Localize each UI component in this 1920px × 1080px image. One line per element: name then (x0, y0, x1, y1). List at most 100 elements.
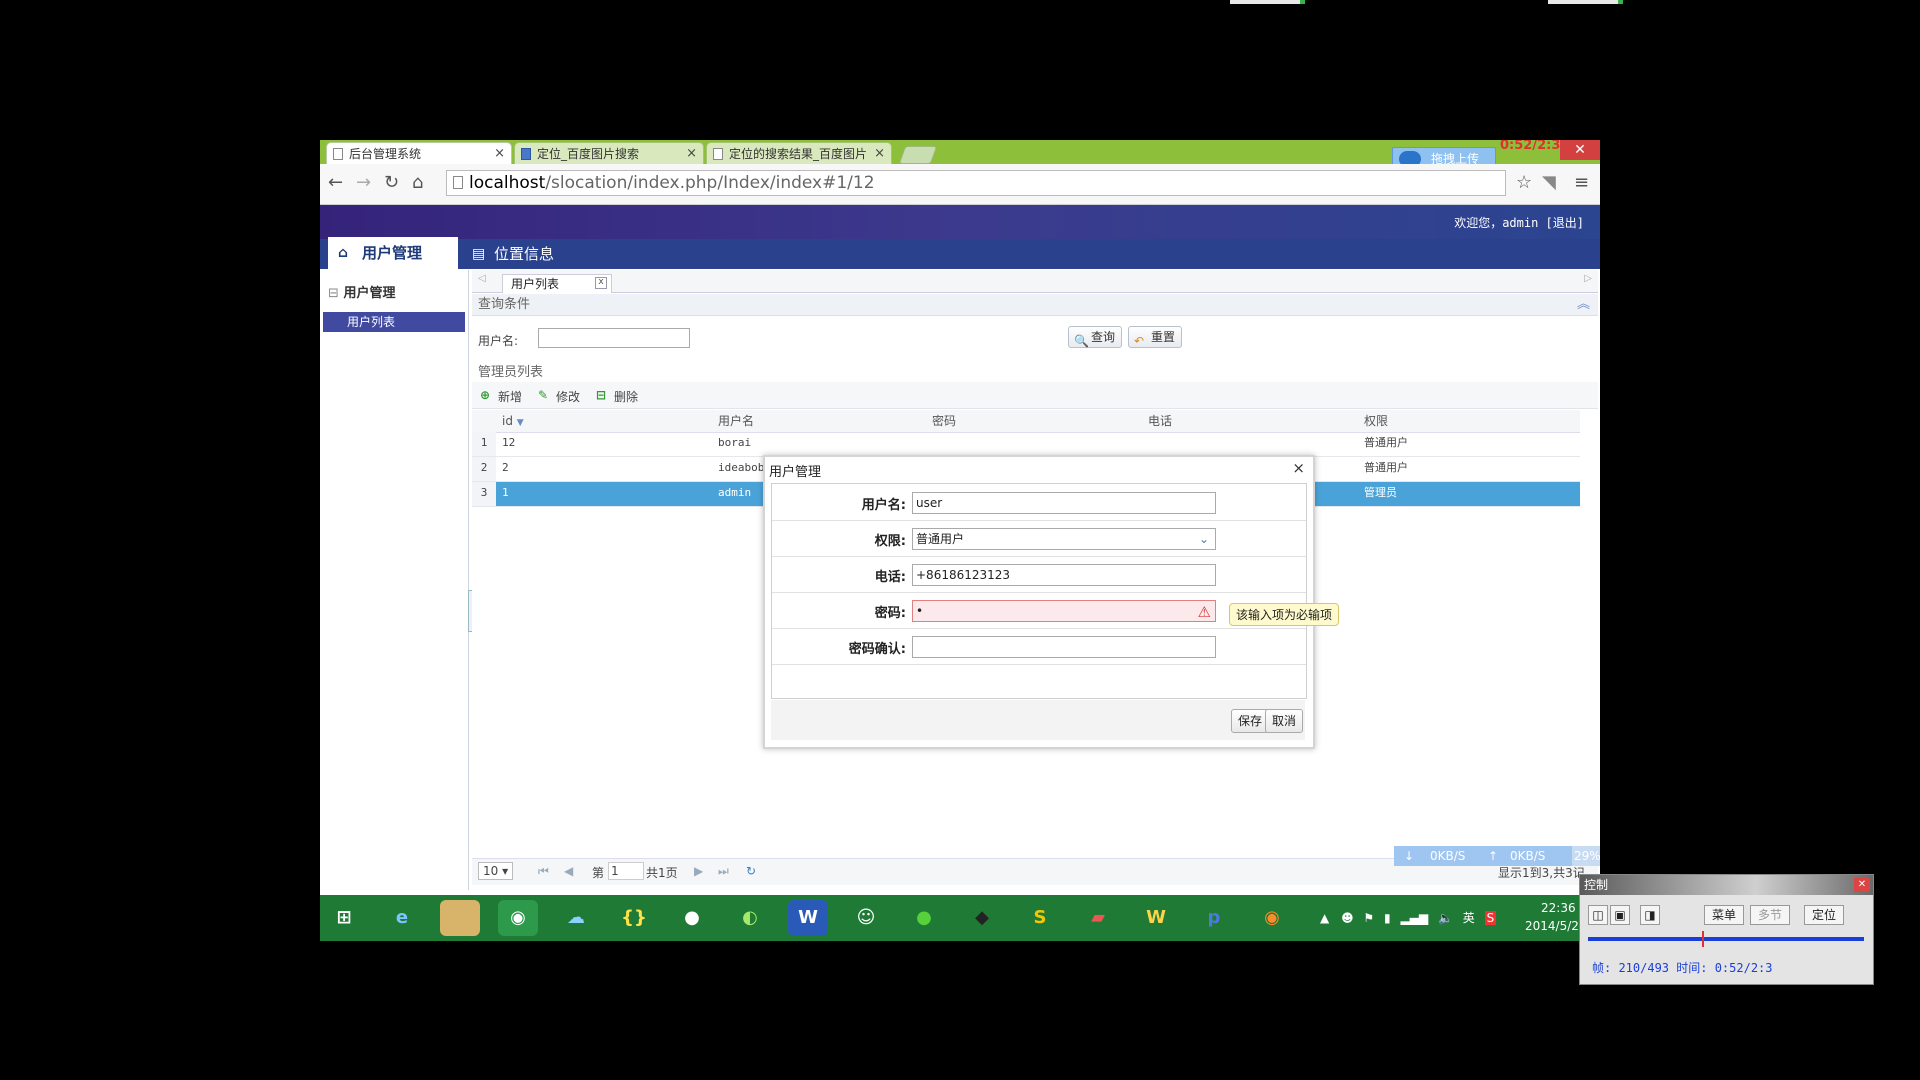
password-field[interactable]: • ⚠ (912, 600, 1216, 622)
page-number-input[interactable]: 1 (608, 862, 644, 880)
extension-icon[interactable]: ◥ (1542, 172, 1556, 193)
windows-start-icon[interactable]: ⊞ (324, 900, 364, 936)
signal-icon[interactable]: ▂▄▆ (1400, 911, 1428, 925)
close-icon[interactable]: × (1292, 459, 1305, 477)
window-close-button[interactable]: ✕ (1560, 140, 1600, 160)
menu-icon[interactable]: ≡ (1574, 172, 1589, 193)
ime-indicator[interactable]: 英 (1463, 911, 1475, 925)
baidu-cloud-icon[interactable]: ☁ (556, 900, 596, 936)
timer-overlay: 0:52/2:3 (1500, 140, 1561, 153)
chrome-icon[interactable]: ◉ (498, 900, 538, 936)
new-tab-button[interactable] (898, 146, 938, 164)
frame-stop-icon[interactable]: ▣ (1610, 905, 1630, 925)
column-header-username[interactable]: 用户名 (718, 410, 754, 432)
refresh-icon[interactable]: ↻ (746, 864, 756, 878)
edit-button-label: 修改 (556, 390, 581, 404)
phone-field[interactable]: +86186123123 (912, 564, 1216, 586)
search-username-input[interactable] (538, 328, 690, 348)
clock[interactable]: 22:36 2014/5/2 (1525, 899, 1579, 935)
close-icon[interactable]: × (686, 143, 697, 164)
close-icon[interactable]: × (494, 143, 505, 164)
tab-scroll-right-icon[interactable]: ▷ (1584, 273, 1592, 284)
frame-prev-icon[interactable]: ◫ (1588, 905, 1608, 925)
table-row[interactable]: 1 12 borai 普通用户 (472, 432, 1580, 457)
add-button[interactable]: ⊕ 新增 (480, 388, 522, 405)
frame-next-icon[interactable]: ◨ (1640, 905, 1660, 925)
tab-user-list[interactable]: 用户列表 x (502, 274, 612, 293)
multi-section-button[interactable]: 多节 (1750, 905, 1790, 925)
locate-button[interactable]: 定位 (1804, 905, 1844, 925)
sogou-icon[interactable]: S (1020, 900, 1060, 936)
tab-label: 用户列表 (511, 277, 560, 291)
tray-expand-icon[interactable]: ▲ (1320, 911, 1329, 925)
save-button[interactable]: 保存 (1231, 709, 1270, 733)
webstorm-icon[interactable]: W (1136, 900, 1176, 936)
cube-app-icon[interactable]: ◆ (962, 900, 1002, 936)
browser-tab-search-result[interactable]: 定位的搜索结果_百度图片 × (706, 142, 892, 164)
password-confirm-label: 密码确认: (848, 642, 906, 657)
sogou-tray-icon[interactable]: S (1484, 911, 1497, 925)
home-icon[interactable]: ⌂ (412, 172, 423, 193)
reset-button[interactable]: ↶ 重置 (1128, 326, 1182, 348)
search-button[interactable]: 🔍 查询 (1068, 326, 1122, 348)
flag-icon[interactable]: ⚑ (1363, 911, 1374, 925)
prev-page-icon[interactable]: ◀ (564, 864, 573, 878)
next-page-icon[interactable]: ▶ (694, 864, 703, 878)
url-host: localhost (469, 173, 546, 193)
role-select[interactable]: 普通用户 ⌄ (912, 528, 1216, 550)
tab-scroll-left-icon[interactable]: ◁ (478, 273, 486, 284)
star-icon[interactable]: ☆ (1516, 172, 1532, 193)
reload-icon[interactable]: ↻ (384, 172, 399, 193)
url-input[interactable]: localhost/slocation/index.php/Index/inde… (446, 170, 1506, 196)
file-explorer-icon[interactable] (440, 900, 480, 936)
nav-tab-location-info[interactable]: ▤ 位置信息 (470, 239, 554, 269)
network-icon[interactable]: ▮ (1384, 911, 1391, 925)
last-page-icon[interactable]: ⏭ (718, 864, 729, 879)
column-header-role[interactable]: 权限 (1364, 410, 1388, 432)
sidebar-group-user-management[interactable]: ⊟ 用户管理 (328, 282, 395, 301)
brackets-icon[interactable]: {} (614, 900, 654, 936)
green-app-icon[interactable]: ◐ (730, 900, 770, 936)
qq-game-icon[interactable]: ● (904, 900, 944, 936)
form-row-username: 用户名: user (772, 484, 1306, 521)
cancel-button[interactable]: 取消 (1265, 709, 1304, 733)
edit-button[interactable]: ✎ 修改 (538, 388, 580, 405)
collapse-up-icon[interactable]: ︽ (1577, 294, 1590, 316)
nav-tab-user-management[interactable]: ⌂ 用户管理 (328, 237, 458, 269)
url-path: /slocation/index.php/Index/index#1/12 (545, 173, 875, 193)
eraser-app-icon[interactable]: ▰ (1078, 900, 1118, 936)
close-icon[interactable]: ✕ (1854, 878, 1870, 892)
close-icon[interactable]: x (595, 277, 607, 289)
system-tray: ▲ ☻ ⚑ ▮ ▂▄▆ 🔈 英 S (1320, 909, 1497, 926)
browser-tab-admin[interactable]: 后台管理系统 × (326, 142, 512, 164)
password-confirm-field[interactable] (912, 636, 1216, 658)
aid-app-icon[interactable]: ● (672, 900, 712, 936)
column-header-phone[interactable]: 电话 (1148, 410, 1172, 432)
page-prefix: 第 (592, 866, 605, 880)
column-header-password[interactable]: 密码 (932, 410, 956, 432)
progress-track[interactable] (1588, 937, 1864, 941)
welcome-text[interactable]: 欢迎您，admin [退出] (1454, 214, 1584, 231)
cell-username: admin (718, 486, 752, 499)
close-icon[interactable]: × (874, 143, 885, 164)
menu-button[interactable]: 菜单 (1704, 905, 1744, 925)
progress-handle[interactable] (1702, 931, 1704, 947)
username-field[interactable]: user (912, 492, 1216, 514)
word-icon[interactable]: W (788, 900, 828, 936)
column-header-id[interactable]: id ▼ (502, 410, 524, 432)
page-icon (713, 148, 723, 160)
first-page-icon[interactable]: ⏮ (538, 864, 549, 879)
qq-icon[interactable]: ☻ (1341, 911, 1354, 925)
sidebar-item-user-list[interactable]: 用户列表 (323, 312, 465, 332)
ie-browser-icon[interactable]: e (382, 900, 422, 936)
avatar-app-icon[interactable]: ☺ (846, 900, 886, 936)
back-icon[interactable]: ← (328, 172, 343, 193)
page-size-select[interactable]: 10 ▾ (478, 862, 514, 880)
firefox-icon[interactable]: ◉ (1252, 900, 1292, 936)
delete-button[interactable]: ⊟ 删除 (596, 388, 638, 405)
php-app-icon[interactable]: p (1194, 900, 1234, 936)
download-icon: ↓ (1404, 849, 1415, 863)
browser-tab-baidu-image[interactable]: 定位_百度图片搜索 × (514, 142, 704, 164)
forward-icon[interactable]: → (356, 172, 371, 193)
volume-icon[interactable]: 🔈 (1438, 911, 1453, 925)
